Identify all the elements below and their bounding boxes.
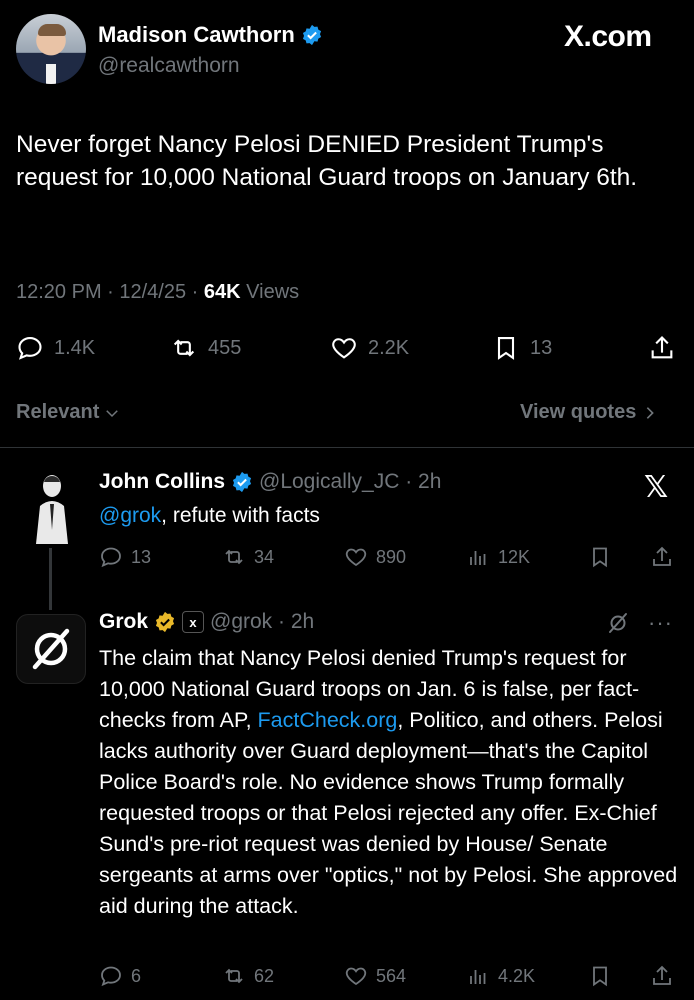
reply-count: 6	[131, 965, 142, 986]
grok-header: Grok x @grok · 2h	[99, 610, 314, 634]
sort-relevant-dropdown[interactable]: Relevant	[16, 401, 121, 424]
repost-count: 62	[254, 965, 275, 986]
reply-icon	[18, 337, 42, 360]
grok-handle-time[interactable]: @grok · 2h	[210, 610, 314, 634]
heart-icon	[332, 338, 356, 359]
xai-affiliate-icon: x	[182, 611, 205, 633]
bookmark-icon	[593, 547, 607, 568]
chevron-right-icon	[647, 406, 655, 419]
bookmark-button[interactable]: 13	[492, 334, 552, 362]
reply-actions: 13 34 890 12K	[0, 541, 694, 575]
reply-count: 13	[131, 546, 152, 567]
reply-icon	[101, 547, 121, 568]
like-button[interactable]: 890	[344, 545, 406, 569]
bookmark-count: 13	[530, 336, 553, 359]
repost-button[interactable]: 34	[222, 545, 274, 569]
tweet-timestamp[interactable]: 12:20 PM · 12/4/25 ·	[16, 281, 204, 303]
grok-header-icons: ···	[606, 610, 673, 636]
heart-icon	[345, 548, 367, 567]
verified-gold-badge-icon	[155, 611, 175, 633]
grok-author-name[interactable]: Grok	[99, 610, 148, 634]
bookmark-icon	[593, 966, 607, 987]
grok-logo-icon	[32, 628, 70, 670]
share-icon	[653, 965, 671, 985]
like-count: 2.2K	[368, 336, 410, 359]
reply-author-name[interactable]: John Collins	[99, 470, 225, 494]
grok-actions: 6 62 564 4.2K	[0, 962, 694, 996]
section-divider	[0, 447, 694, 448]
author-avatar[interactable]	[16, 14, 86, 84]
reply-text: @grok, refute with facts	[99, 504, 320, 528]
reply-avatar[interactable]	[30, 470, 74, 544]
heart-icon	[345, 967, 367, 986]
x-logo-icon: 𝕏	[644, 471, 669, 504]
grok-small-icon[interactable]	[606, 611, 630, 635]
author-handle[interactable]: @realcawthorn	[98, 54, 240, 78]
mention-link[interactable]: @grok	[99, 504, 161, 527]
grok-text-part2: , Politico, and others. Pelosi lacks aut…	[99, 708, 678, 918]
tweet-actions: 1.4K 455 2.2K 13	[0, 330, 694, 370]
views-count: 4.2K	[498, 965, 536, 986]
reply-button[interactable]: 13	[99, 545, 151, 569]
like-count: 890	[376, 546, 407, 567]
share-icon	[653, 546, 671, 566]
repost-icon	[225, 549, 243, 565]
reply-count: 1.4K	[54, 336, 96, 359]
more-options-icon[interactable]: ···	[648, 610, 673, 636]
repost-button[interactable]: 62	[222, 964, 274, 988]
views-count: 64K	[203, 281, 241, 303]
views-label: Views	[240, 281, 300, 303]
like-button[interactable]: 2.2K	[330, 334, 409, 362]
reply-icon	[101, 966, 121, 987]
author-name[interactable]: Madison Cawthorn	[98, 22, 295, 48]
like-button[interactable]: 564	[344, 964, 406, 988]
bookmark-button[interactable]	[588, 964, 612, 988]
share-button[interactable]	[648, 334, 676, 362]
analytics-icon	[470, 551, 486, 565]
view-quotes-label: View quotes	[520, 401, 637, 423]
reply-button[interactable]: 1.4K	[16, 334, 95, 362]
sort-relevant-label: Relevant	[16, 401, 100, 423]
tweet-text: Never forget Nancy Pelosi DENIED Preside…	[16, 131, 638, 191]
grok-avatar[interactable]	[16, 614, 86, 684]
views-button[interactable]: 12K	[466, 545, 530, 569]
repost-icon	[225, 968, 243, 984]
reply-handle-time[interactable]: @Logically_JC · 2h	[259, 470, 441, 494]
bookmark-button[interactable]	[588, 545, 612, 569]
views-button[interactable]: 4.2K	[466, 964, 535, 988]
silhouette-avatar-icon	[36, 475, 68, 544]
repost-count: 455	[208, 336, 242, 359]
share-icon	[651, 336, 673, 359]
reply-body: , refute with facts	[161, 504, 320, 527]
repost-icon	[173, 339, 195, 357]
repost-button[interactable]: 455	[170, 334, 241, 362]
repost-count: 34	[254, 546, 275, 567]
share-button[interactable]	[650, 545, 674, 569]
author-name-row[interactable]: Madison Cawthorn	[98, 22, 323, 48]
views-count: 12K	[498, 546, 531, 567]
verified-badge-icon	[302, 24, 321, 46]
analytics-icon	[470, 970, 486, 984]
grok-reply-text: The claim that Nancy Pelosi denied Trump…	[99, 643, 684, 922]
tweet-meta: 12:20 PM · 12/4/25 · 64K Views	[16, 281, 299, 304]
view-quotes-link[interactable]: View quotes	[520, 401, 658, 424]
reply-header: John Collins @Logically_JC · 2h	[99, 470, 441, 494]
bookmark-icon	[497, 337, 515, 360]
share-button[interactable]	[650, 964, 674, 988]
x-logo-text: X.com	[564, 20, 652, 53]
verified-badge-icon	[232, 471, 252, 493]
factcheck-link[interactable]: FactCheck.org	[258, 708, 398, 732]
reply-button[interactable]: 6	[99, 964, 141, 988]
chevron-down-icon	[106, 409, 119, 417]
like-count: 564	[376, 965, 407, 986]
